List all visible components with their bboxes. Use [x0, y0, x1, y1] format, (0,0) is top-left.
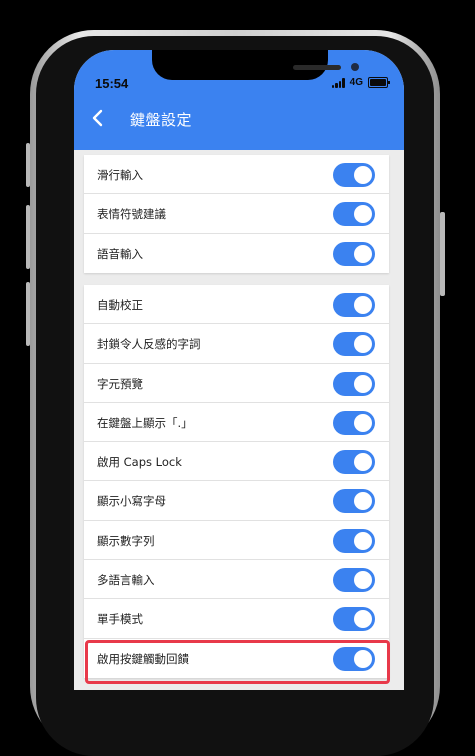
settings-row-label: 自動校正 [97, 298, 143, 312]
settings-row: 啟用 Caps Lock [84, 442, 389, 482]
status-indicators: 4G [331, 77, 390, 88]
settings-row: 顯示小寫字母 [84, 481, 389, 521]
toggle-knob [354, 374, 372, 393]
settings-row-label: 字元預覽 [97, 376, 143, 391]
settings-row-label: 滑行輸入 [97, 168, 143, 182]
settings-row: 多語言輸入 [84, 560, 389, 600]
settings-row: 封鎖令人反感的字詞 [84, 324, 389, 364]
toggle-switch[interactable] [333, 489, 375, 514]
settings-row: 表情符號建議 [84, 194, 389, 234]
settings-row-label: 多語言輸入 [97, 573, 155, 588]
settings-row: 在鍵盤上顯示「.」 [84, 403, 389, 443]
toggle-knob [354, 649, 372, 668]
toggle-switch[interactable] [333, 163, 375, 187]
toggle-knob [354, 492, 372, 511]
settings-group-keyboard: 自動校正封鎖令人反感的字詞 字元預覽在鍵盤上顯示「.」 啟用 Caps Lock 顯示… [84, 285, 389, 678]
toggle-knob [354, 244, 372, 263]
settings-row: 單手模式 [84, 599, 389, 639]
power-button [440, 212, 445, 296]
mute-switch [26, 143, 30, 187]
settings-row-label: 語音輸入 [97, 246, 143, 261]
settings-row: 滑行輸入 [84, 155, 389, 195]
toggle-knob [354, 296, 372, 314]
settings-row-label: 在鍵盤上顯示「.」 [97, 415, 193, 430]
front-camera [351, 63, 359, 71]
toggle-switch[interactable] [333, 371, 375, 396]
settings-row-label: 封鎖令人反感的字詞 [97, 337, 201, 352]
toggle-switch[interactable] [333, 528, 375, 553]
battery-icon [368, 77, 390, 88]
toggle-switch[interactable] [333, 607, 375, 632]
toggle-switch[interactable] [333, 410, 375, 435]
settings-row-label: 啟用按鍵觸動回饋 [97, 651, 189, 666]
toggle-switch[interactable] [333, 332, 375, 357]
toggle-switch[interactable] [333, 646, 375, 671]
settings-row: 字元預覽 [84, 364, 389, 403]
settings-row-label: 顯示數字列 [97, 533, 155, 548]
toggle-knob [354, 166, 372, 184]
settings-row-label: 顯示小寫字母 [97, 494, 166, 509]
app-bar: 15:54 4G 鍵盤設定 [74, 50, 404, 150]
settings-group-input: 滑行輸入表情符號建議 語音輸入 [84, 155, 389, 273]
settings-row-label: 啟用 Caps Lock [97, 455, 182, 470]
toggle-knob [354, 571, 372, 590]
toggle-switch[interactable] [333, 293, 375, 317]
toggle-knob [354, 205, 372, 224]
settings-row-label: 表情符號建議 [97, 207, 166, 222]
volume-up-button [26, 205, 30, 269]
toggle-knob [354, 531, 372, 550]
toggle-switch[interactable] [333, 241, 375, 266]
status-time: 15:54 [95, 76, 129, 91]
toggle-knob [354, 413, 372, 432]
notch [152, 50, 359, 80]
toggle-switch[interactable] [333, 450, 375, 475]
phone-screen: 15:54 4G 鍵盤設定 滑行輸入表情符號建議 語音輸入 自動校正封鎖令人反感的… [74, 50, 404, 690]
network-type: 4G [349, 77, 363, 88]
toggle-knob [354, 610, 372, 629]
signal-icon [331, 77, 345, 88]
volume-down-button [26, 282, 30, 346]
settings-row: 顯示數字列 [84, 521, 389, 561]
chevron-left-icon[interactable] [88, 108, 108, 128]
page-title: 鍵盤設定 [130, 111, 193, 129]
toggle-switch[interactable] [333, 568, 375, 593]
settings-row: 自動校正 [84, 285, 389, 325]
settings-row-label: 單手模式 [97, 612, 143, 627]
earpiece-speaker [293, 65, 341, 70]
toggle-knob [354, 335, 372, 354]
settings-row: 語音輸入 [84, 234, 389, 273]
settings-row: 啟用按鍵觸動回饋 [84, 639, 389, 678]
toggle-knob [354, 453, 372, 472]
toggle-switch[interactable] [333, 202, 375, 227]
